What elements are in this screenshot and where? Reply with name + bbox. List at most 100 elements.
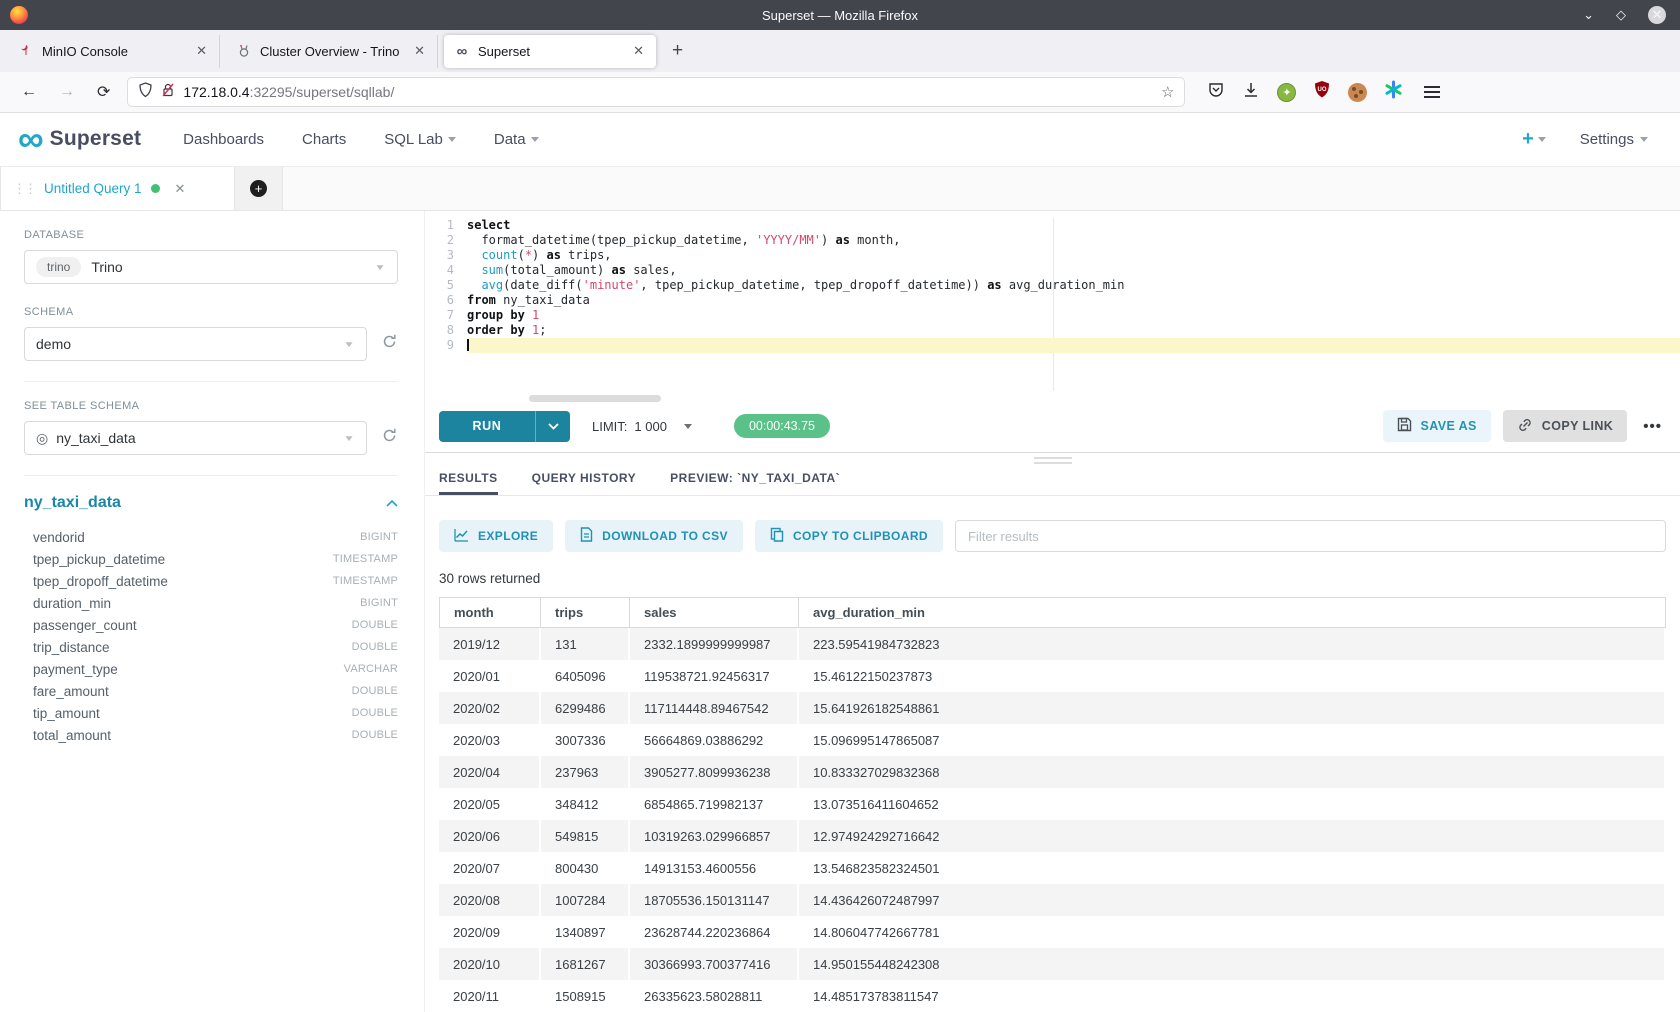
collapse-chevron-up-icon[interactable] [386, 494, 398, 512]
results-column-header[interactable]: sales [630, 597, 799, 628]
url-bar[interactable]: 172.18.0.4:32295/superset/sqllab/ ☆ [127, 77, 1185, 107]
editor-hscrollbar[interactable] [425, 393, 1680, 404]
download-icon[interactable] [1242, 81, 1260, 104]
shield-icon[interactable] [138, 82, 153, 103]
forward-button[interactable]: → [48, 83, 86, 101]
minimize-button[interactable]: ⌄ [1583, 7, 1594, 23]
browser-tab-minio[interactable]: MinIO Console ✕ [8, 35, 220, 68]
new-tab-button[interactable]: + [662, 40, 693, 62]
copy-to-clipboard-button[interactable]: COPY TO CLIPBOARD [755, 520, 943, 552]
table-column-row[interactable]: duration_minBIGINT [24, 592, 398, 614]
results-column-header[interactable]: trips [541, 597, 630, 628]
editor-line[interactable]: 4 sum(total_amount) as sales, [425, 263, 1680, 278]
column-type: DOUBLE [352, 729, 398, 741]
table-column-row[interactable]: tpep_dropoff_datetimeTIMESTAMP [24, 570, 398, 592]
tab-query-history[interactable]: QUERY HISTORY [532, 471, 637, 495]
refresh-schema-icon[interactable] [381, 333, 398, 355]
superset-brand[interactable]: ∞ Superset [18, 125, 141, 154]
save-as-button[interactable]: SAVE AS [1383, 410, 1491, 442]
query-tab-active[interactable]: ⋮⋮ Untitled Query 1 ✕ [0, 167, 235, 210]
settings-menu[interactable]: Settings [1580, 131, 1648, 148]
table-row[interactable]: 2020/053484126854865.71998213713.0735164… [439, 788, 1666, 820]
table-row[interactable]: 2020/0780043014913153.460055613.54682358… [439, 852, 1666, 884]
browser-tab-trino[interactable]: Cluster Overview - Trino ✕ [226, 35, 438, 68]
run-options-caret[interactable] [536, 411, 570, 442]
copy-link-button[interactable]: COPY LINK [1503, 410, 1627, 442]
table-column-row[interactable]: payment_typeVARCHAR [24, 658, 398, 680]
table-cell: 2020/09 [439, 916, 541, 948]
browser-tab-superset[interactable]: ∞ Superset ✕ [444, 35, 656, 68]
table-row[interactable]: 2020/03300733656664869.0388629215.096995… [439, 724, 1666, 756]
table-row[interactable]: 2020/10168126730366993.70037741614.95015… [439, 948, 1666, 980]
table-row[interactable]: 2019/121312332.1899999999987223.59541984… [439, 628, 1666, 660]
insecure-lock-icon[interactable] [161, 82, 175, 103]
table-column-row[interactable]: vendoridBIGINT [24, 526, 398, 548]
table-row[interactable]: 2020/08100728418705536.15013114714.43642… [439, 884, 1666, 916]
cookie-extension-icon[interactable] [1348, 83, 1367, 102]
results-column-header[interactable]: avg_duration_min [799, 597, 1666, 628]
database-select[interactable]: trino Trino ▼ [24, 250, 398, 284]
table-row[interactable]: 2020/042379633905277.809993623810.833327… [439, 756, 1666, 788]
tab-close-icon[interactable]: ✕ [631, 43, 646, 59]
explore-button[interactable]: EXPLORE [439, 520, 553, 552]
tab-results[interactable]: RESULTS [439, 471, 498, 495]
pocket-icon[interactable] [1207, 81, 1225, 104]
results-column-header[interactable]: month [439, 597, 541, 628]
close-button[interactable]: ✕ [1648, 6, 1666, 24]
nav-dashboards[interactable]: Dashboards [183, 131, 264, 148]
editor-line[interactable]: 2 format_datetime(tpep_pickup_datetime, … [425, 233, 1680, 248]
new-query-tab-button[interactable]: + [235, 167, 283, 210]
schema-select[interactable]: demo ▼ [24, 327, 367, 361]
table-column-row[interactable]: passenger_countDOUBLE [24, 614, 398, 636]
table-column-row[interactable]: trip_distanceDOUBLE [24, 636, 398, 658]
table-row[interactable]: 2020/11150891526335623.5802881114.485173… [439, 980, 1666, 1012]
editor-line[interactable]: 5 avg(date_diff('minute', tpep_pickup_da… [425, 278, 1680, 293]
table-cell: 2020/01 [439, 660, 541, 692]
drag-dots-icon[interactable]: ⋮⋮ [13, 181, 35, 197]
download-csv-button[interactable]: DOWNLOAD TO CSV [565, 520, 743, 552]
more-options-button[interactable]: ••• [1639, 418, 1666, 435]
editor-line[interactable]: 3 count(*) as trips, [425, 248, 1680, 263]
nav-data[interactable]: Data [494, 131, 539, 148]
menu-hamburger-icon[interactable] [1424, 86, 1440, 98]
column-name: payment_type [33, 662, 118, 677]
refresh-table-icon[interactable] [381, 427, 398, 449]
editor-line[interactable]: 6from ny_taxi_data [425, 293, 1680, 308]
run-query-button[interactable]: RUN [439, 411, 570, 442]
editor-line[interactable]: 8order by 1; [425, 323, 1680, 338]
table-column-row[interactable]: tpep_pickup_datetimeTIMESTAMP [24, 548, 398, 570]
table-row[interactable]: 2020/026299486117114448.8946754215.64192… [439, 692, 1666, 724]
privacy-badger-icon[interactable]: ✦ [1277, 83, 1296, 102]
limit-dropdown[interactable]: LIMIT: 1 000 [592, 419, 692, 434]
column-name: vendorid [33, 530, 85, 545]
table-column-row[interactable]: fare_amountDOUBLE [24, 680, 398, 702]
add-new-button[interactable]: + [1522, 128, 1546, 151]
filter-results-input[interactable] [955, 520, 1666, 552]
editor-line[interactable]: 7group by 1 [425, 308, 1680, 323]
maximize-button[interactable]: ◇ [1616, 7, 1626, 23]
results-table-header[interactable]: monthtripssalesavg_duration_min [439, 597, 1666, 628]
table-column-row[interactable]: total_amountDOUBLE [24, 724, 398, 746]
editor-line[interactable]: 1select [425, 218, 1680, 233]
query-tab-close-icon[interactable]: ✕ [175, 181, 186, 197]
pane-resize-handle[interactable] [1034, 457, 1072, 467]
nav-charts[interactable]: Charts [302, 131, 346, 148]
tab-preview-table[interactable]: PREVIEW: `NY_TAXI_DATA` [670, 471, 840, 495]
table-cell: 6405096 [541, 660, 630, 692]
table-cell: 117114448.89467542 [630, 692, 799, 724]
table-row[interactable]: 2020/09134089723628744.22023686414.80604… [439, 916, 1666, 948]
back-button[interactable]: ← [10, 83, 48, 101]
table-column-row[interactable]: tip_amountDOUBLE [24, 702, 398, 724]
tab-close-icon[interactable]: ✕ [194, 43, 209, 59]
sql-code-editor[interactable]: 1select2 format_datetime(tpep_pickup_dat… [425, 218, 1680, 391]
ublock-icon[interactable]: UO [1313, 80, 1331, 104]
colorful-asterisk-extension-icon[interactable] [1384, 80, 1403, 104]
editor-line[interactable]: 9 [425, 338, 1680, 353]
table-row[interactable]: 2020/016405096119538721.9245631715.46122… [439, 660, 1666, 692]
table-row[interactable]: 2020/0654981510319263.02996685712.974924… [439, 820, 1666, 852]
reload-button[interactable]: ⟳ [86, 82, 121, 102]
bookmark-star-icon[interactable]: ☆ [1161, 83, 1174, 101]
tab-close-icon[interactable]: ✕ [412, 43, 427, 59]
table-select[interactable]: ◎ ny_taxi_data ▼ [24, 421, 367, 455]
nav-sql-lab[interactable]: SQL Lab [384, 131, 456, 148]
